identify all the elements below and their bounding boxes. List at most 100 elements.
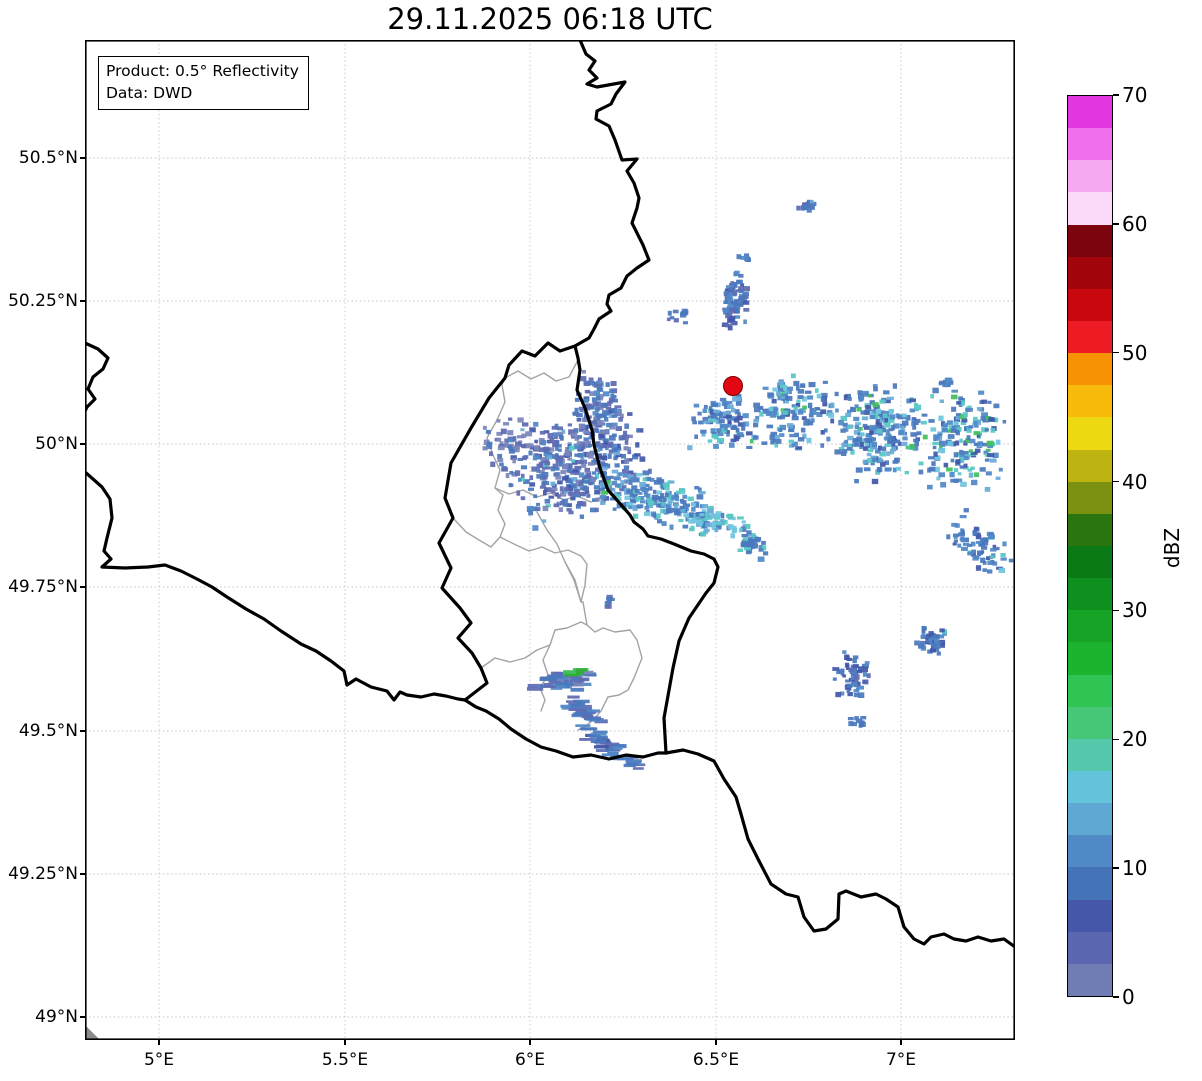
y-tick-mark — [80, 873, 85, 875]
echo-cell — [953, 452, 959, 458]
echo-cell — [550, 671, 562, 675]
echo-cell — [847, 435, 854, 441]
echo-cell — [607, 604, 612, 609]
echo-cell — [541, 440, 547, 446]
echo-cell — [984, 486, 991, 492]
echo-cluster-far-right — [913, 387, 1007, 492]
echo-cell — [956, 459, 961, 465]
echo-cell — [615, 426, 622, 431]
echo-cell — [932, 387, 939, 394]
echo-cell — [531, 466, 538, 472]
echo-cell — [826, 436, 831, 442]
echo-cell — [557, 444, 562, 448]
echo-cell — [610, 381, 617, 386]
echo-cell — [981, 412, 988, 417]
echo-cell — [753, 435, 759, 440]
echo-cell — [881, 446, 887, 452]
echo-cell — [689, 512, 695, 518]
echo-cell — [860, 396, 864, 401]
colorbar-segment — [1068, 835, 1112, 868]
echo-cell — [768, 407, 774, 412]
echo-cell — [723, 291, 729, 295]
echo-cell — [602, 429, 609, 434]
echo-cell — [888, 408, 894, 415]
echo-cell — [652, 513, 657, 518]
echo-cell — [607, 401, 612, 406]
echo-cell — [567, 491, 572, 496]
echo-cell — [788, 390, 792, 395]
echo-cell — [834, 391, 839, 397]
echo-cell — [658, 497, 662, 502]
echo-cell — [976, 407, 983, 411]
y-tick-label: 49.75°N — [8, 577, 78, 597]
echo-cell — [539, 430, 546, 435]
colorbar-tick-mark — [1113, 609, 1119, 612]
echo-cell — [894, 458, 899, 462]
echo-cell — [716, 428, 722, 432]
echo-cell — [901, 441, 908, 447]
echo-cell — [743, 308, 750, 312]
echo-cell — [993, 403, 1000, 409]
y-tick-mark — [80, 443, 85, 445]
echo-cell — [778, 380, 784, 386]
echo-cell — [588, 443, 593, 448]
echo-cell — [857, 685, 864, 690]
echo-cell — [627, 449, 632, 455]
echo-cell — [732, 396, 739, 402]
echo-cell — [521, 473, 525, 478]
echo-cell — [700, 429, 707, 434]
product-annotation-box: Product: 0.5° Reflectivity Data: DWD — [98, 56, 309, 110]
echo-cell — [941, 447, 946, 454]
echo-cell — [939, 399, 944, 403]
echo-cell — [567, 695, 580, 699]
echo-cell — [628, 470, 634, 474]
echo-cell — [928, 466, 936, 472]
echo-cell — [940, 442, 946, 447]
echo-cell — [529, 475, 534, 481]
echo-cell — [982, 568, 987, 572]
echo-cell — [662, 482, 670, 488]
echo-cell — [981, 546, 988, 550]
echo-cell — [656, 503, 662, 508]
echo-cell — [522, 422, 529, 427]
echo-cell — [596, 413, 603, 419]
echo-cell — [585, 403, 592, 407]
echo-cell — [702, 408, 707, 413]
echo-cell — [731, 301, 737, 305]
echo-cell — [951, 394, 958, 400]
echo-cell — [769, 413, 776, 418]
colorbar-segment — [1068, 770, 1112, 804]
echo-cell — [544, 461, 551, 466]
echo-cell — [666, 317, 671, 322]
echo-cell — [921, 625, 926, 630]
x-tick-mark — [715, 1040, 717, 1045]
echo-cell — [707, 439, 713, 443]
echo-cell — [843, 394, 848, 401]
echo-cell — [570, 703, 583, 708]
echo-cell — [959, 449, 964, 455]
echo-cell — [482, 425, 487, 430]
echo-cell — [487, 441, 493, 446]
echo-cell — [690, 503, 696, 507]
echo-cell — [635, 496, 641, 501]
echo-cell — [557, 480, 563, 485]
echo-cell — [974, 472, 980, 478]
echo-cell — [746, 530, 752, 535]
echo-cell — [680, 312, 687, 318]
echo-cell — [933, 643, 941, 649]
echo-cell — [736, 415, 743, 421]
echo-cell — [575, 668, 587, 672]
echo-cell — [642, 477, 647, 482]
x-tick-mark — [529, 1040, 531, 1045]
echo-cell — [543, 490, 547, 496]
echo-cell — [737, 516, 744, 520]
echo-cell — [512, 436, 517, 442]
echo-cell — [790, 373, 796, 379]
echo-cell — [828, 412, 835, 418]
echo-cell — [496, 437, 502, 442]
echo-cell — [687, 445, 693, 451]
echo-cell — [547, 674, 563, 679]
echo-cell — [746, 540, 752, 544]
echo-cell — [577, 500, 584, 506]
echo-cell — [946, 467, 953, 472]
